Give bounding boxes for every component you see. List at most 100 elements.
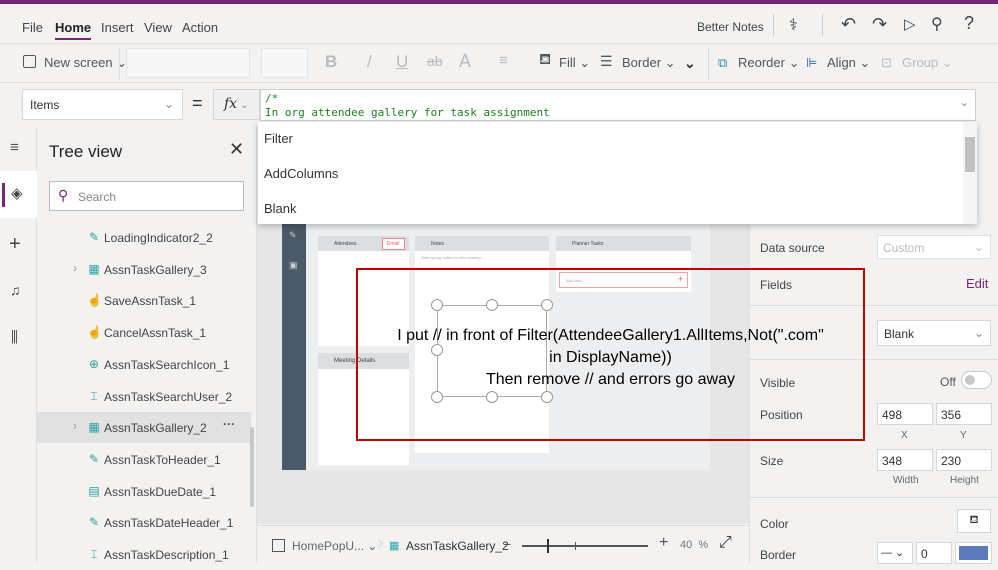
fit-to-window-icon[interactable]: ⤢ xyxy=(719,534,732,552)
suggestion-scrollbar[interactable] xyxy=(963,122,977,224)
width-label: Width xyxy=(893,475,919,486)
undo-icon[interactable]: ↶ xyxy=(841,14,856,35)
underline-button[interactable]: U xyxy=(396,52,408,72)
tree-item[interactable]: ✎ AssnTaskToHeader_1 xyxy=(37,444,251,475)
tree-view-title: Tree view xyxy=(49,142,123,161)
zoom-slider[interactable] xyxy=(522,539,648,553)
group-button[interactable]: Group ⌄ xyxy=(902,55,953,71)
tree-item[interactable]: ✎ LoadingIndicator2_2 xyxy=(37,222,251,253)
text-align-icon[interactable]: ≡ xyxy=(499,52,508,69)
zoom-out-button[interactable]: − xyxy=(503,536,511,552)
formula-input[interactable]: /* In org attendee gallery for task assi… xyxy=(260,89,976,121)
x-value: 498 xyxy=(882,408,903,422)
tab-home[interactable]: Home xyxy=(55,20,92,40)
suggestion-item[interactable]: AddColumns xyxy=(264,166,338,181)
tab-action[interactable]: Action xyxy=(182,20,218,35)
email-button: Email xyxy=(382,238,405,250)
tree-item[interactable]: › ▦ AssnTaskGallery_3 xyxy=(37,254,251,285)
play-icon[interactable]: ▷ xyxy=(904,15,916,33)
plus-icon[interactable]: + xyxy=(9,233,21,256)
border-color-picker[interactable] xyxy=(955,542,992,564)
layout-select[interactable]: Blank ⌄ xyxy=(877,320,991,346)
active-indicator xyxy=(2,183,5,207)
expand-formula-icon[interactable]: ⌄ xyxy=(960,96,969,110)
share-user-icon[interactable]: ⚲ xyxy=(931,14,943,34)
color-picker[interactable]: ⛾ xyxy=(957,509,991,533)
visible-toggle[interactable] xyxy=(961,371,992,389)
tree-item[interactable]: ⊕ AssnTaskSearchIcon_1 xyxy=(37,349,251,380)
border-width-input[interactable]: 0 xyxy=(916,542,952,564)
scrollbar-thumb[interactable] xyxy=(965,137,975,172)
x-input[interactable]: 498 xyxy=(877,403,933,425)
zoom-in-button[interactable]: + xyxy=(659,534,668,552)
planner-header: Planner Tasks xyxy=(556,236,691,251)
width-input[interactable]: 348 xyxy=(877,449,933,471)
suggestion-item[interactable]: Blank xyxy=(264,201,297,216)
tree-item-label: CancelAssnTask_1 xyxy=(104,326,207,341)
border-button[interactable]: Border ⌄ xyxy=(622,55,676,71)
screen-breadcrumb[interactable]: HomePopU... ⌄ xyxy=(292,539,377,553)
help-icon[interactable]: ? xyxy=(964,13,974,34)
suggestion-item[interactable]: Filter xyxy=(264,131,293,146)
expand-chevron-icon[interactable]: › xyxy=(73,261,77,275)
edit-label-icon: ✎ xyxy=(88,515,100,530)
ribbon-toolbar: New screen ⌄ B / U ab A ≡ ⛾ Fill ⌄ ☰ Bor… xyxy=(0,44,998,83)
formula-line: In org attendee gallery for task assignm… xyxy=(265,106,550,119)
tree-scrollbar[interactable] xyxy=(250,427,254,507)
divider xyxy=(773,14,774,36)
height-input[interactable]: 230 xyxy=(936,449,992,471)
fx-button[interactable]: fx ⌄ xyxy=(213,89,260,120)
reorder-button[interactable]: Reorder ⌄ xyxy=(738,55,799,71)
font-size-select[interactable] xyxy=(261,48,308,78)
tree-item[interactable]: ✎ AssnTaskDateHeader_1 xyxy=(37,507,251,538)
tools-icon[interactable]: ⫼ xyxy=(11,329,18,346)
media-icon[interactable]: ♫ xyxy=(10,282,21,298)
expand-chevron-icon[interactable]: › xyxy=(73,419,77,433)
search-icon: ⚲ xyxy=(58,187,69,203)
border-style-select[interactable]: — ⌄ xyxy=(877,542,913,564)
zoom-slider-thumb[interactable] xyxy=(547,539,550,553)
fill-button[interactable]: Fill ⌄ xyxy=(559,55,590,71)
notes-header: Notes xyxy=(415,236,549,251)
tree-item[interactable]: ⌶ AssnTaskDescription_1 xyxy=(37,539,251,570)
annotation-text: I put // in front of Filter(AttendeeGall… xyxy=(358,325,863,391)
tree-item-label: AssnTaskToHeader_1 xyxy=(104,452,221,467)
search-input[interactable]: ⚲ Search xyxy=(49,181,244,211)
tree-item-label: SaveAssnTask_1 xyxy=(104,294,197,309)
rail-tree-view[interactable]: ◈ xyxy=(0,171,37,218)
font-family-select[interactable] xyxy=(126,48,250,78)
y-label: Y xyxy=(960,430,967,441)
fields-edit-link[interactable]: Edit xyxy=(966,276,988,291)
reorder-icon: ⧉ xyxy=(718,55,728,70)
tab-file[interactable]: File xyxy=(22,20,43,35)
strikethrough-icon[interactable]: ab xyxy=(427,53,443,69)
italic-button[interactable]: / xyxy=(367,52,372,72)
hamburger-icon[interactable]: ≡ xyxy=(10,139,19,156)
edit-label-icon: ✎ xyxy=(88,230,100,244)
bold-button[interactable]: B xyxy=(325,52,337,72)
y-input[interactable]: 356 xyxy=(936,403,992,425)
redo-icon[interactable]: ↷ xyxy=(872,14,887,35)
tab-view[interactable]: View xyxy=(144,20,172,35)
height-label: Height xyxy=(950,475,979,486)
new-screen-button[interactable]: New screen ⌄ xyxy=(44,55,127,71)
zoom-level: 40 % xyxy=(680,539,708,551)
tree-item[interactable]: ☝ SaveAssnTask_1 xyxy=(37,285,251,316)
property-select[interactable]: Items ⌄ xyxy=(22,89,183,120)
align-button[interactable]: Align ⌄ xyxy=(827,55,870,71)
divider xyxy=(822,14,823,36)
icons-icon: ⊕ xyxy=(88,356,100,371)
notes-placeholder: Start typing notes for this meeting... xyxy=(421,255,484,260)
tree-item[interactable]: › ▦ AssnTaskGallery_2 ··· xyxy=(37,412,251,444)
font-color-button[interactable]: A xyxy=(459,51,471,72)
close-icon[interactable]: ✕ xyxy=(229,139,244,160)
app-checker-icon[interactable]: ⚕ xyxy=(789,15,798,35)
more-options-icon[interactable]: ··· xyxy=(223,417,235,431)
more-chevron-icon[interactable]: ⌄ xyxy=(684,55,696,72)
control-breadcrumb[interactable]: AssnTaskGallery_2 xyxy=(406,539,509,553)
data-source-select[interactable]: Custom ⌄ xyxy=(877,235,991,259)
tree-item[interactable]: ☝ CancelAssnTask_1 xyxy=(37,317,251,348)
tree-item[interactable]: ▤ AssnTaskDueDate_1 xyxy=(37,476,251,507)
tab-insert[interactable]: Insert xyxy=(101,20,134,35)
tree-item[interactable]: ⌶ AssnTaskSearchUser_2 xyxy=(37,381,251,412)
